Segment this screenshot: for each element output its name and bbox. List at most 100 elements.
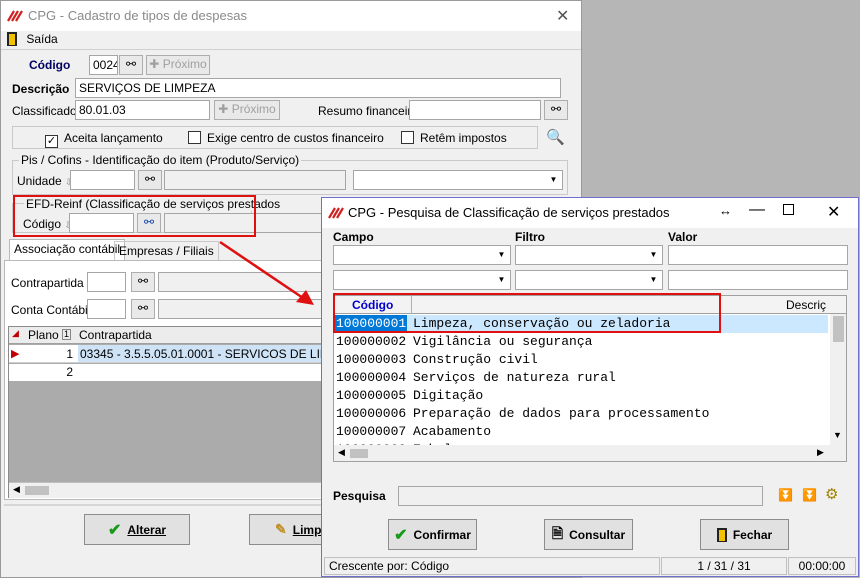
classificador-proximo-button[interactable]: ✚ Próximo: [214, 100, 280, 120]
filtro-select[interactable]: ▼: [515, 245, 663, 265]
row-plano: 1: [66, 347, 73, 361]
indicator-header-icon: ◢: [12, 328, 19, 338]
fechar-button[interactable]: Fechar: [700, 519, 789, 550]
list-item[interactable]: 100000005 Digitação: [334, 387, 828, 405]
pesquisa-input[interactable]: [398, 486, 763, 506]
pis-select[interactable]: ▼: [353, 170, 563, 190]
search-title-bar: CPG - Pesquisa de Classificação de servi…: [322, 198, 858, 228]
app-logo-icon: [328, 207, 344, 219]
tab-empresas-filiais[interactable]: Empresas / Filiais: [114, 241, 219, 260]
contrapartida-input[interactable]: [87, 272, 126, 292]
proximo-button[interactable]: ✚ Próximo: [146, 55, 210, 75]
scroll-down-icon[interactable]: ▼: [833, 430, 842, 440]
exit-door-icon: [7, 32, 17, 46]
result-codigo: 100000002: [336, 334, 407, 349]
conta-contabil-search-button[interactable]: ⚯: [131, 299, 155, 319]
codigo-label: Código: [29, 58, 71, 72]
list-item[interactable]: 100000004 Serviços de natureza rural: [334, 369, 828, 387]
resumo-input[interactable]: [409, 100, 541, 120]
scroll-left-icon[interactable]: ◀: [338, 447, 345, 458]
filtro-select-2[interactable]: ▼: [515, 270, 663, 290]
grid-header-plano[interactable]: Plano: [28, 328, 59, 342]
gear-icon[interactable]: ⚙: [825, 485, 838, 503]
valor-input-2[interactable]: [668, 270, 848, 290]
close-icon[interactable]: ✕: [556, 6, 569, 26]
binoculars-icon: ⚯: [144, 172, 156, 186]
resumo-label: Resumo financeiro: [318, 104, 419, 118]
scroll-thumb[interactable]: [833, 316, 844, 342]
aceita-checkbox[interactable]: ✓ Aceita lançamento: [45, 131, 163, 148]
sort-order-badge: 1: [62, 329, 72, 340]
grid-header-contrapartida[interactable]: Contrapartida: [79, 328, 152, 342]
eraser-icon: ✎: [275, 521, 287, 537]
checkbox-checked-icon: ✓: [45, 135, 58, 148]
confirmar-button[interactable]: ✔ Confirmar: [388, 519, 477, 550]
menu-saida[interactable]: Saída: [7, 32, 58, 46]
title-bar: CPG - Cadastro de tipos de despesas ✕: [1, 1, 581, 31]
filtro-label: Filtro: [515, 230, 545, 244]
scroll-thumb[interactable]: [350, 449, 368, 458]
status-sort: Crescente por: Código: [324, 557, 660, 575]
results-horizontal-scrollbar[interactable]: ◀ ▶: [334, 445, 846, 461]
divider: [4, 504, 324, 506]
unidade-input[interactable]: [70, 170, 135, 190]
result-descricao: Vigilância ou segurança: [413, 334, 593, 349]
minimize-icon[interactable]: —: [749, 201, 765, 219]
scroll-left-icon[interactable]: ◀: [13, 484, 20, 495]
header-descricao[interactable]: Descriç: [786, 298, 826, 312]
binoculars-icon: ⚯: [125, 57, 137, 71]
list-item[interactable]: 100000006 Preparação de dados para proces…: [334, 405, 828, 423]
close-icon[interactable]: ✕: [827, 202, 840, 222]
result-codigo: 100000007: [336, 424, 407, 439]
result-codigo: 100000004: [336, 370, 407, 385]
reinf-highlight-box: [13, 195, 256, 237]
descricao-input[interactable]: SERVIÇOS DE LIMPEZA: [75, 78, 561, 98]
alterar-button[interactable]: ✔ Alterar: [84, 514, 190, 545]
list-item[interactable]: 100000002 Vigilância ou segurança: [334, 333, 828, 351]
result-descricao: Digitação: [413, 388, 484, 403]
table-row[interactable]: ▶ 1 03345 - 3.5.5.05.01.0001 - SERVICOS …: [9, 345, 324, 363]
campo-select[interactable]: ▼: [333, 245, 511, 265]
move-last-icon[interactable]: ⏬: [802, 488, 817, 502]
contrapartida-search-button[interactable]: ⚯: [131, 272, 155, 292]
valor-label: Valor: [668, 230, 698, 244]
conta-contabil-input[interactable]: [87, 299, 126, 319]
codigo-search-button[interactable]: ⚯: [119, 55, 143, 75]
scroll-thumb[interactable]: [25, 486, 49, 495]
zoom-icon[interactable]: 🔍: [546, 128, 565, 146]
conta-contabil-label: Conta Contábil: [11, 303, 91, 317]
retem-checkbox[interactable]: Retêm impostos: [401, 131, 507, 145]
maximize-icon[interactable]: [783, 204, 794, 215]
resumo-search-button[interactable]: ⚯: [544, 100, 568, 120]
window-title: CPG - Cadastro de tipos de despesas: [28, 8, 247, 23]
status-time: 00:00:00: [788, 557, 856, 575]
chevron-down-icon: ▼: [497, 275, 506, 284]
search-window: CPG - Pesquisa de Classificação de servi…: [321, 197, 859, 577]
row-plano: 2: [66, 365, 73, 379]
app-logo-icon: [7, 10, 23, 22]
resize-arrows-icon[interactable]: ↔: [719, 203, 732, 218]
limpar-button[interactable]: ✎ Limpa: [249, 514, 329, 545]
grid-horizontal-scrollbar[interactable]: ◀: [9, 482, 324, 498]
chevron-down-icon: ▼: [649, 275, 658, 284]
table-row[interactable]: 2: [9, 364, 324, 381]
list-item[interactable]: 100000003 Construção civil: [334, 351, 828, 369]
annotation-arrow-icon: [219, 240, 314, 305]
exit-door-icon: [716, 527, 727, 542]
results-vertical-scrollbar[interactable]: ▼: [830, 314, 846, 445]
unidade-search-button[interactable]: ⚯: [138, 170, 162, 190]
move-down-icon[interactable]: ⏬: [778, 488, 793, 502]
classificador-label: Classificador: [12, 104, 81, 118]
consultar-button[interactable]: 🗎 Consultar: [544, 519, 633, 550]
list-item[interactable]: 100000007 Acabamento: [334, 423, 828, 441]
tab-associacao-contabil[interactable]: Associação contábil: [9, 239, 126, 261]
classificador-input[interactable]: 80.01.03: [75, 100, 210, 120]
campo-select-2[interactable]: ▼: [333, 270, 511, 290]
pesquisa-label: Pesquisa: [333, 489, 386, 503]
exige-checkbox[interactable]: Exige centro de custos financeiro: [188, 131, 384, 145]
codigo-input[interactable]: 00246: [89, 55, 118, 75]
valor-input[interactable]: [668, 245, 848, 265]
checkmark-icon: ✔: [107, 521, 122, 539]
result-codigo: 100000005: [336, 388, 407, 403]
scroll-right-icon[interactable]: ▶: [817, 447, 824, 458]
